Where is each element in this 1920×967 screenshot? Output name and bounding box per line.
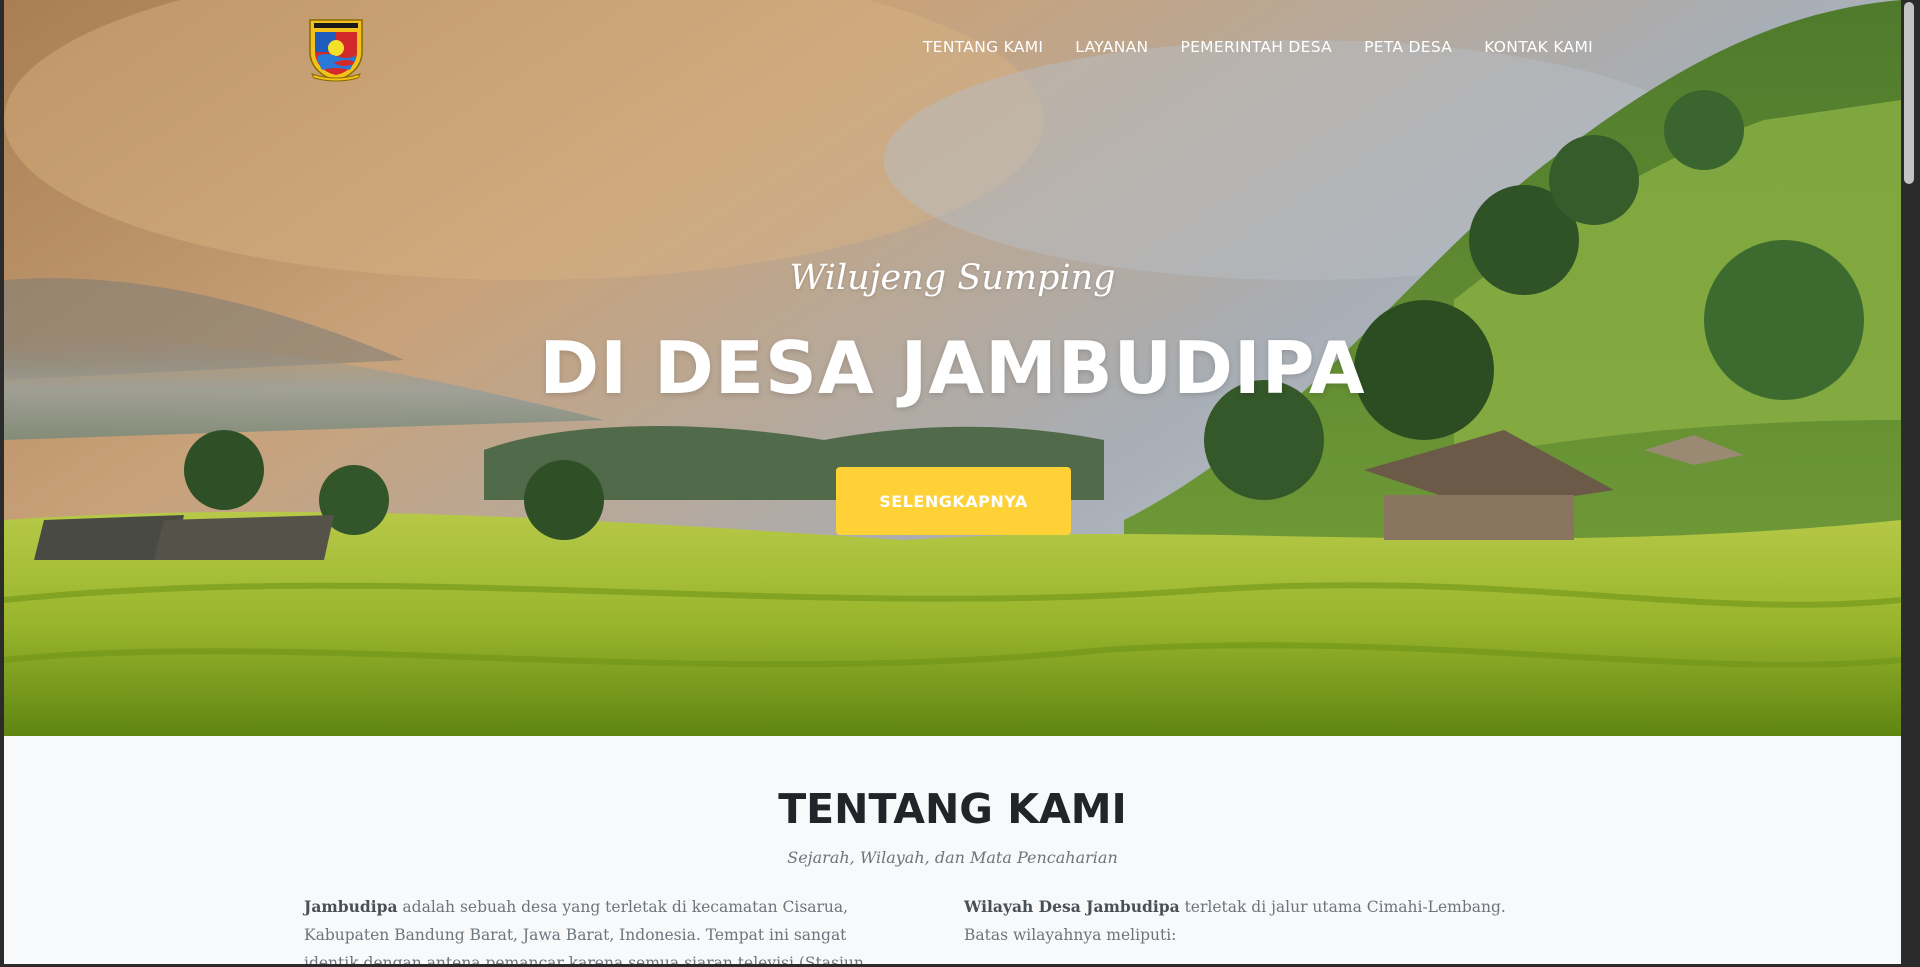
section-title: TENTANG KAMI (778, 785, 1127, 833)
nav-link-layanan[interactable]: LAYANAN (1059, 38, 1164, 56)
about-left-bold: Jambudipa (304, 897, 398, 916)
nav-link-pemerintah-desa[interactable]: PEMERINTAH DESA (1164, 38, 1348, 56)
about-right-paragraph: Wilayah Desa Jambudipa terletak di jalur… (964, 893, 1524, 949)
browser-viewport: TENTANG KAMI LAYANAN PEMERINTAH DESA PET… (4, 0, 1901, 964)
hero-section: TENTANG KAMI LAYANAN PEMERINTAH DESA PET… (4, 0, 1901, 736)
village-crest-icon[interactable] (304, 18, 368, 82)
nav-link-peta-desa[interactable]: PETA DESA (1348, 38, 1468, 56)
navbar: TENTANG KAMI LAYANAN PEMERINTAH DESA PET… (4, 0, 1901, 100)
selengkapnya-button[interactable]: SELENGKAPNYA (836, 467, 1071, 535)
nav-link-kontak-kami[interactable]: KONTAK KAMI (1468, 38, 1593, 56)
about-right-bold: Wilayah Desa Jambudipa (964, 897, 1180, 916)
section-subtitle: Sejarah, Wilayah, dan Mata Pencaharian (787, 848, 1118, 867)
nav-links: TENTANG KAMI LAYANAN PEMERINTAH DESA PET… (907, 38, 1593, 56)
hero-heading: DI DESA JAMBUDIPA (539, 326, 1366, 410)
hero-subheading: Wilujeng Sumping (789, 258, 1116, 298)
scrollbar-thumb[interactable] (1904, 2, 1914, 184)
about-section: TENTANG KAMI Sejarah, Wilayah, dan Mata … (4, 736, 1901, 964)
about-left-paragraph: Jambudipa adalah sebuah desa yang terlet… (304, 893, 864, 964)
nav-link-tentang-kami[interactable]: TENTANG KAMI (907, 38, 1059, 56)
